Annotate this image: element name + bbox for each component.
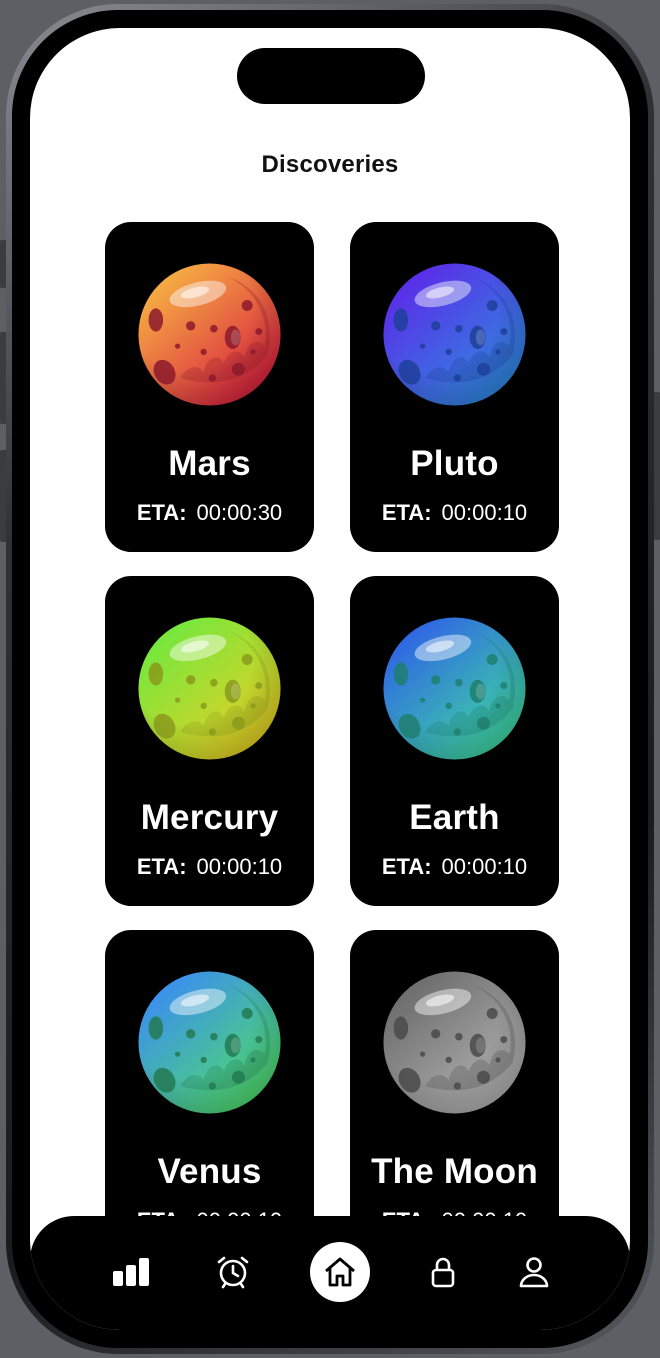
- planet-name: The Moon: [371, 1152, 538, 1191]
- planet-card-mars[interactable]: Mars ETA: 00:00:30: [105, 222, 314, 552]
- planet-eta: ETA: 00:00:10: [350, 500, 559, 526]
- planet-eta: ETA: 00:00:30: [105, 500, 314, 526]
- phone-screen: Discoveries Mars ETA: 00:00:30 Pluto ETA…: [30, 28, 630, 1330]
- planet-name: Mars: [168, 444, 251, 483]
- phone-frame: Discoveries Mars ETA: 00:00:30 Pluto ETA…: [6, 4, 654, 1354]
- planet-card-pluto[interactable]: Pluto ETA: 00:00:10: [350, 222, 559, 552]
- alarm-clock-icon: [217, 1256, 249, 1289]
- planet-image: [137, 616, 282, 761]
- planet-image: [382, 970, 527, 1115]
- planet-image: [382, 616, 527, 761]
- person-icon: [519, 1257, 549, 1288]
- planet-name: Pluto: [410, 444, 499, 483]
- eta-label: ETA:: [136, 500, 187, 525]
- home-icon: [325, 1257, 355, 1287]
- planet-card-the-moon[interactable]: The Moon ETA:00:00:10: [350, 930, 559, 1260]
- eta-label: ETA:: [136, 854, 187, 879]
- dynamic-island: [237, 48, 425, 104]
- eta-value: 00:00:10: [441, 500, 528, 525]
- tab-home[interactable]: [310, 1242, 370, 1302]
- bar-chart-icon: [113, 1258, 149, 1286]
- planet-card-venus[interactable]: Venus ETA:00:00:10: [105, 930, 314, 1260]
- planet-eta: ETA: 00:00:10: [105, 854, 314, 880]
- tab-lock[interactable]: [413, 1242, 473, 1302]
- planet-image: [137, 970, 282, 1115]
- phone-bezel: Discoveries Mars ETA: 00:00:30 Pluto ETA…: [12, 10, 648, 1348]
- planet-name: Earth: [409, 798, 500, 837]
- eta-value: 00:00:30: [196, 500, 283, 525]
- planet-eta: ETA: 00:00:10: [350, 854, 559, 880]
- eta-value: 00:00:10: [196, 854, 283, 879]
- eta-value: 00:00:10: [441, 854, 528, 879]
- page-title: Discoveries: [261, 151, 399, 178]
- eta-label: ETA:: [381, 500, 432, 525]
- planet-image: [382, 262, 527, 407]
- tab-profile[interactable]: [504, 1242, 564, 1302]
- eta-label: ETA:: [381, 854, 432, 879]
- planet-image: [137, 262, 282, 407]
- planet-card-mercury[interactable]: Mercury ETA: 00:00:10: [105, 576, 314, 906]
- planet-name: Venus: [157, 1152, 262, 1191]
- planet-card-earth[interactable]: Earth ETA: 00:00:10: [350, 576, 559, 906]
- tab-alarm[interactable]: [203, 1242, 263, 1302]
- lock-icon: [431, 1257, 455, 1288]
- tab-stats[interactable]: [102, 1242, 162, 1302]
- planet-name: Mercury: [140, 798, 279, 837]
- tab-bar: [30, 1216, 630, 1330]
